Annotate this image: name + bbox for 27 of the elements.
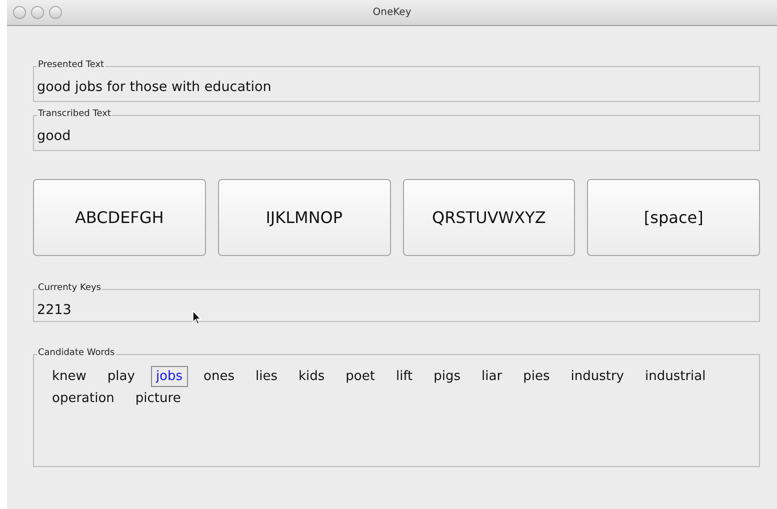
candidate-word[interactable]: operation xyxy=(47,388,120,409)
candidate-word[interactable]: kids xyxy=(294,366,330,387)
candidate-word[interactable]: lies xyxy=(250,366,282,387)
text-field[interactable]: good jobs for those with education xyxy=(33,66,760,102)
candidate-word[interactable]: ones xyxy=(198,366,240,387)
candidate-word[interactable]: knew xyxy=(47,366,92,387)
candidate-word[interactable]: pigs xyxy=(428,366,466,387)
candidate-word[interactable]: poet xyxy=(340,366,380,387)
window-control-icon[interactable] xyxy=(49,6,62,19)
candidate-word[interactable]: industry xyxy=(566,366,629,387)
candidate-word[interactable]: picture xyxy=(130,388,186,409)
key-button[interactable]: [space] xyxy=(587,179,760,256)
candidate-word[interactable]: jobs xyxy=(150,366,188,387)
candidate-word[interactable]: play xyxy=(102,366,140,387)
candidate-word[interactable]: liar xyxy=(476,366,508,387)
candidate-word[interactable]: lift xyxy=(390,366,418,387)
key-button[interactable]: QRSTUVWXYZ xyxy=(402,179,576,256)
text-field[interactable]: good xyxy=(33,115,760,151)
candidate-word[interactable]: pies xyxy=(518,366,555,387)
window-control-icon[interactable] xyxy=(31,6,44,19)
mouse-pointer-icon xyxy=(192,310,202,325)
window-title: OneKey xyxy=(372,7,412,18)
group-label: Currenty Keys xyxy=(37,283,102,294)
candidate-word[interactable]: industrial xyxy=(640,366,711,387)
window-control-icon[interactable] xyxy=(13,6,26,19)
key-button[interactable]: ABCDEFGH xyxy=(33,179,206,256)
key-button[interactable]: IJKLMNOP xyxy=(218,179,390,256)
